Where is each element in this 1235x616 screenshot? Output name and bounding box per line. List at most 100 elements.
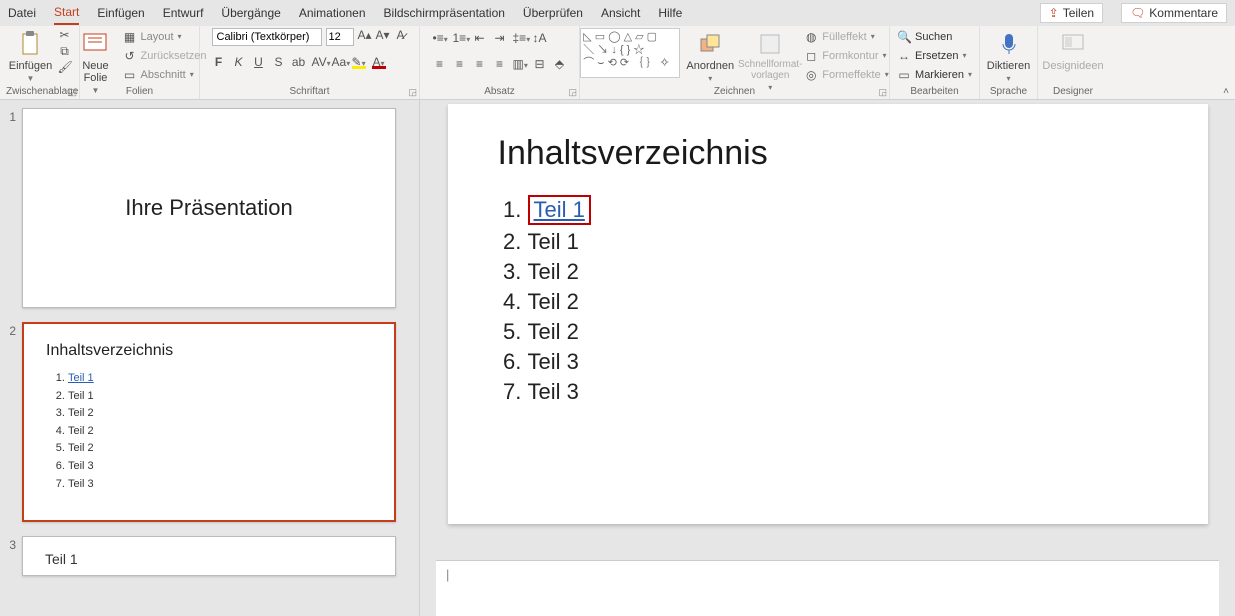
tab-bildschirmpraesentation[interactable]: Bildschirmpräsentation [384,2,505,24]
list-item[interactable]: Teil 1 [528,229,1158,255]
list-item[interactable]: Teil 2 [528,289,1158,315]
slide-list[interactable]: Teil 1 Teil 1 Teil 2 Teil 2 Teil 2 Teil … [498,195,1158,405]
comments-button[interactable]: 🗨 Kommentare [1121,3,1227,23]
copy-icon[interactable]: ⧉ [58,44,72,58]
indent-dec-icon[interactable]: ⇤ [473,31,487,45]
group-paragraph: •≡▾ 1≡▾ ⇤ ⇥ ‡≡▾ ↕A ≡ ≡ ≡ ≡ ▥▾ ⊟ ⬘ Abs [420,26,580,99]
outline-icon: ◻ [804,49,818,63]
hyperlink-text[interactable]: Teil 1 [534,197,585,222]
thumb3-title: Teil 1 [45,551,373,567]
align-right-icon[interactable]: ≡ [473,57,487,71]
group-label-clipboard: Zwischenablage [6,86,73,98]
align-center-icon[interactable]: ≡ [453,57,467,71]
italic-icon[interactable]: K [232,55,246,69]
thumbnail-2[interactable]: 2 Inhaltsverzeichnis Teil 1 Teil 1 Teil … [2,322,413,522]
font-name-input[interactable] [212,28,322,46]
tab-datei[interactable]: Datei [8,2,36,24]
highlight-icon[interactable]: ✎▾ [352,55,366,69]
shape-outline-button[interactable]: ◻Formkontur▾ [804,47,889,64]
tab-ueberpruefen[interactable]: Überprüfen [523,2,583,24]
arrange-label: Anordnen [686,60,734,72]
paste-button[interactable]: Einfügen ▼ [8,28,54,83]
quick-styles-icon [756,30,784,58]
slide-canvas[interactable]: Inhaltsverzeichnis Teil 1 Teil 1 Teil 2 … [448,104,1208,524]
design-ideas-button[interactable]: Designideen [1050,28,1096,72]
select-button[interactable]: ▭Markieren▾ [897,66,972,83]
shapes-gallery[interactable]: ◺ ▭ ◯ △ ▱ ▢＼ ↘ ↓ { } ☆⌒ ⌣ ⟲ ⟳ ｛ ｝ ✧ [580,28,680,78]
slide-title[interactable]: Inhaltsverzeichnis [498,134,1158,173]
share-button[interactable]: ⇪ Teilen [1040,3,1103,23]
tab-animationen[interactable]: Animationen [299,2,366,24]
design-ideas-icon [1059,30,1087,58]
cut-icon[interactable]: ✂ [58,28,72,42]
microphone-icon [995,30,1023,58]
bullets-icon[interactable]: •≡▾ [433,31,447,45]
bold-icon[interactable]: F [212,55,226,69]
align-left-icon[interactable]: ≡ [433,57,447,71]
justify-icon[interactable]: ≡ [493,57,507,71]
group-clipboard: Einfügen ▼ ✂ ⧉ 🖌 Zwischenablage ◲ [0,26,80,99]
tab-einfuegen[interactable]: Einfügen [97,2,144,24]
collapse-ribbon-icon[interactable]: ˄ [1223,86,1229,97]
replace-button[interactable]: ↔Ersetzen▾ [897,47,972,64]
tab-entwurf[interactable]: Entwurf [163,2,204,24]
arrange-icon [696,30,724,58]
group-label-voice: Sprache [986,86,1031,98]
thumbnail-pane[interactable]: 1 Ihre Präsentation 2 Inhaltsverzeichnis… [0,100,420,616]
shape-fill-button[interactable]: ◍Fülleffekt▾ [804,28,889,45]
text-direction-icon[interactable]: ↕A [533,31,547,45]
change-case-icon[interactable]: Aa▾ [332,55,346,69]
grow-font-icon[interactable]: A▴ [358,28,372,42]
line-spacing-icon[interactable]: ‡≡▾ [513,31,527,45]
tab-ansicht[interactable]: Ansicht [601,2,640,24]
format-painter-icon[interactable]: 🖌 [58,60,72,74]
layout-button[interactable]: ▦Layout▾ [122,28,206,45]
tab-hilfe[interactable]: Hilfe [658,2,682,24]
dictate-label: Diktieren [987,60,1030,72]
select-icon: ▭ [897,68,911,82]
font-launcher-icon[interactable]: ◲ [408,87,417,98]
thumbnail-1[interactable]: 1 Ihre Präsentation [2,108,413,308]
smartart-icon[interactable]: ⬘ [553,57,567,71]
reset-button[interactable]: ↺Zurücksetzen [122,47,206,64]
highlight-box: Teil 1 [528,195,591,225]
list-item[interactable]: Teil 1 [528,195,1158,225]
list-item[interactable]: Teil 3 [528,379,1158,405]
columns-icon[interactable]: ▥▾ [513,57,527,71]
clear-format-icon[interactable]: A̷ [394,28,408,42]
find-button[interactable]: 🔍Suchen [897,28,972,45]
indent-inc-icon[interactable]: ⇥ [493,31,507,45]
shrink-font-icon[interactable]: A▾ [376,28,390,42]
thumb-number: 2 [2,322,22,522]
group-label-editing: Bearbeiten [896,86,973,98]
section-button[interactable]: ▭Abschnitt▾ [122,66,206,83]
shadow-icon[interactable]: ab [292,55,306,69]
shape-effects-button[interactable]: ◎Formeffekte▾ [804,66,889,83]
slide-scroll[interactable]: Inhaltsverzeichnis Teil 1 Teil 1 Teil 2 … [420,100,1235,554]
font-color-icon[interactable]: A▾ [372,55,386,69]
new-slide-icon [81,30,109,58]
tab-start[interactable]: Start [54,1,79,25]
thumbnail-3[interactable]: 3 Teil 1 [2,536,413,576]
strike-icon[interactable]: S [272,55,286,69]
numbering-icon[interactable]: 1≡▾ [453,31,467,45]
list-item[interactable]: Teil 2 [528,259,1158,285]
list-item: Teil 2 [68,442,94,454]
arrange-button[interactable]: Anordnen▾ [684,28,736,83]
ribbon-tabs: Datei Start Einfügen Entwurf Übergänge A… [0,0,1235,26]
underline-icon[interactable]: U [252,55,266,69]
list-item[interactable]: Teil 3 [528,349,1158,375]
dictate-button[interactable]: Diktieren▾ [986,28,1032,83]
list-item[interactable]: Teil 2 [528,319,1158,345]
char-spacing-icon[interactable]: AV▾ [312,55,326,69]
group-label-font: Schriftart [206,86,413,98]
paragraph-launcher-icon[interactable]: ◲ [568,87,577,98]
list-item: Teil 2 [68,407,94,419]
tab-uebergaenge[interactable]: Übergänge [221,2,280,24]
align-text-icon[interactable]: ⊟ [533,57,547,71]
font-size-input[interactable] [326,28,354,46]
drawing-launcher-icon[interactable]: ◲ [878,87,887,98]
notes-pane[interactable]: | [436,560,1219,616]
quick-styles-button[interactable]: Schnellformat-vorlagen▾ [740,28,800,92]
group-voice: Diktieren▾ Sprache [980,26,1038,99]
